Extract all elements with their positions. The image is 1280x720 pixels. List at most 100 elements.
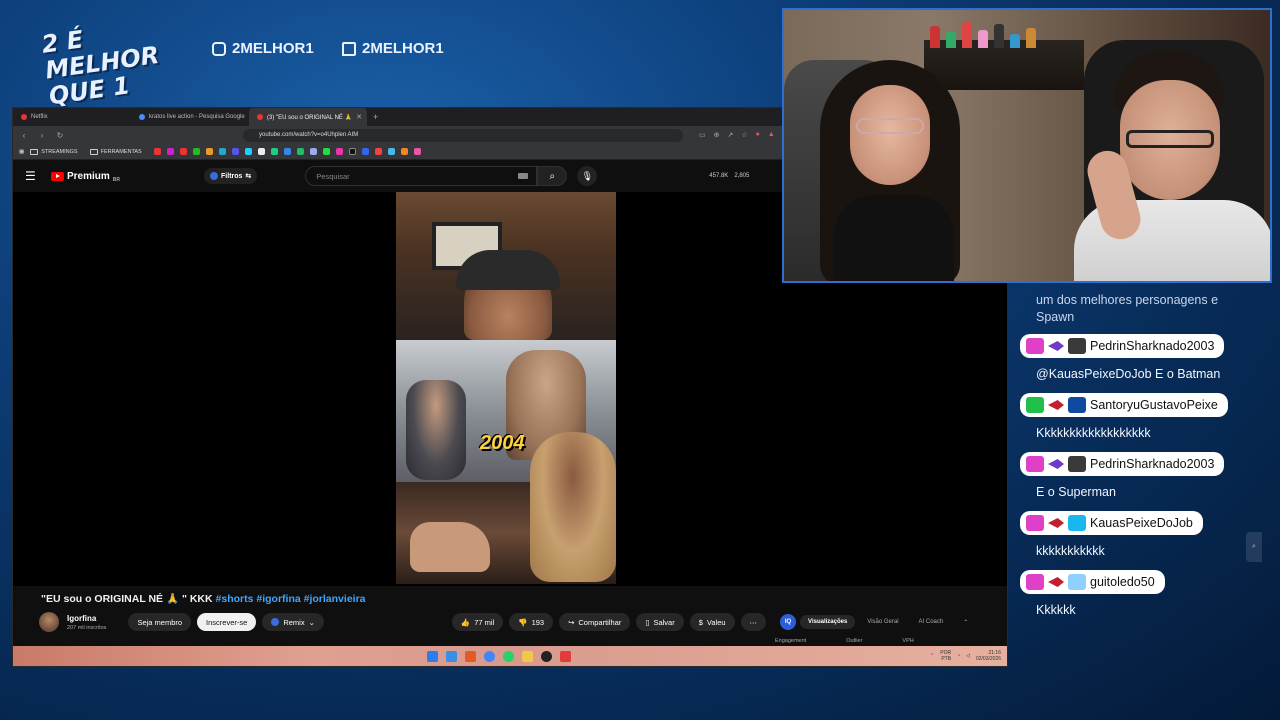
bookmark-icon[interactable] xyxy=(387,148,395,155)
twitch-handle: 2MELHOR1 xyxy=(342,40,444,57)
chat-username-pill[interactable]: PedrinSharknado2003 xyxy=(1020,334,1225,358)
bookmark-icon[interactable] xyxy=(270,148,278,155)
tab-ai-coach[interactable]: AI Coach xyxy=(911,615,952,629)
alert-icon[interactable]: ▲ xyxy=(768,131,775,139)
sliders-icon: ⇆ xyxy=(245,173,252,180)
shark-badge-icon xyxy=(1048,400,1064,410)
year-caption: 2004 xyxy=(480,432,525,454)
filter-extension-icon xyxy=(210,172,219,180)
video-hashtags[interactable]: #shorts #igorfina #jorlanvieira xyxy=(216,593,366,605)
super-thanks-icon: $ xyxy=(698,617,703,627)
filters-button[interactable]: Filtros ⇆ xyxy=(204,168,258,184)
forward-icon[interactable]: › xyxy=(37,131,47,140)
search-icon: ⌕ xyxy=(1252,543,1256,550)
whatsapp-icon[interactable] xyxy=(503,650,514,662)
clock[interactable]: 21:16 02/03/2026 xyxy=(976,650,1001,662)
bookmark-icon[interactable] xyxy=(244,148,252,155)
bookmark-icon[interactable] xyxy=(257,148,265,155)
notepad-icon[interactable] xyxy=(446,650,457,662)
app-icon[interactable] xyxy=(560,650,571,662)
zoom-icon[interactable]: ⊕ xyxy=(714,131,720,139)
voice-search-button[interactable]: 🎙 xyxy=(577,166,598,186)
share-button[interactable]: ↪ Compartilhar xyxy=(559,613,631,631)
bookmark-icon[interactable] xyxy=(361,148,369,155)
bookmark-icon[interactable] xyxy=(192,148,200,155)
cast-icon[interactable]: ▭ xyxy=(699,131,706,139)
tab-visualizacoes[interactable]: Visualizações xyxy=(800,615,856,629)
subscribe-button[interactable]: Inscrever-se xyxy=(197,613,257,631)
search-input[interactable]: Pesquisar xyxy=(305,166,538,186)
bookmark-icon[interactable] xyxy=(166,148,174,155)
chat-username-pill[interactable]: PedrinSharknado2003 xyxy=(1020,452,1225,476)
stat-count: 2,805 xyxy=(734,173,750,179)
tab-netflix[interactable]: Netflix xyxy=(13,108,131,126)
brave-icon[interactable] xyxy=(465,650,476,662)
reload-icon[interactable]: ↻ xyxy=(55,131,65,140)
bookmark-icon[interactable] xyxy=(179,148,187,155)
bookmark-folder-streamings[interactable]: STREAMINGS xyxy=(30,148,78,155)
bookmark-icon[interactable] xyxy=(413,148,421,155)
extension-icon[interactable]: ● xyxy=(756,131,760,139)
tab-youtube[interactable]: (3) "EU sou o ORIGINAL NÉ 🙏 ✕ xyxy=(249,108,367,126)
chat-username-pill[interactable]: guitoledo50 xyxy=(1020,570,1165,594)
date-label: 02/03/2026 xyxy=(975,656,1001,662)
bookmark-icon[interactable] xyxy=(218,148,226,155)
region-label: BR xyxy=(112,177,121,183)
volume-icon[interactable]: ◁ xyxy=(966,653,970,659)
dislike-button[interactable]: 👎 193 xyxy=(509,613,554,631)
url-input[interactable]: youtube.com/watch?v=o4Uhplen AIM xyxy=(243,128,683,142)
chevron-up-icon[interactable]: ⌃ xyxy=(955,615,976,630)
file-explorer-icon[interactable] xyxy=(522,650,533,662)
save-button[interactable]: ▯ Salvar xyxy=(636,613,684,631)
obs-icon[interactable] xyxy=(541,650,552,662)
bookmark-icon[interactable] xyxy=(231,148,239,155)
twitch-icon xyxy=(342,41,356,56)
bookmark-icon[interactable] xyxy=(322,148,330,155)
like-button[interactable]: 👍 77 mil xyxy=(451,613,504,631)
bookmark-star-icon[interactable]: ☆ xyxy=(741,131,747,139)
join-button[interactable]: Seja membro xyxy=(128,613,192,631)
channel-info[interactable]: Igorfina 207 mil inscritos xyxy=(67,614,106,631)
bookmark-icon[interactable] xyxy=(348,148,356,155)
keyboard-icon[interactable] xyxy=(518,173,529,179)
tab-visao-geral[interactable]: Visão Geral xyxy=(859,615,906,629)
apps-grid-icon[interactable]: ▦ xyxy=(19,149,24,155)
input-language[interactable]: POR PTB xyxy=(940,650,951,662)
chat-username-pill[interactable]: SantoryuGustavoPeixe xyxy=(1020,393,1228,417)
menu-icon[interactable]: ☰ xyxy=(25,169,39,183)
bookmark-icon[interactable] xyxy=(309,148,317,155)
channel-name[interactable]: Igorfina xyxy=(67,614,106,623)
bookmark-icon[interactable] xyxy=(153,148,161,155)
back-icon[interactable]: ‹ xyxy=(19,131,29,140)
new-tab-icon[interactable]: + xyxy=(367,112,378,122)
youtube-logo[interactable]: Premium BR xyxy=(51,169,120,183)
remix-label: Remix xyxy=(283,617,305,627)
more-actions-button[interactable]: ⋯ xyxy=(740,613,767,631)
glasses xyxy=(1126,130,1214,148)
close-tab-icon[interactable]: ✕ xyxy=(356,113,362,121)
remix-button[interactable]: Remix ⌄ xyxy=(262,613,324,631)
subscriber-badge-icon xyxy=(1026,338,1044,354)
subscriber-badge-icon xyxy=(1026,574,1044,590)
channel-avatar[interactable] xyxy=(39,612,59,632)
bookmark-icon[interactable] xyxy=(374,148,382,155)
chat-username-pill[interactable]: KauasPeixeDoJob xyxy=(1020,511,1203,535)
bookmark-icon[interactable] xyxy=(296,148,304,155)
short-video[interactable]: 2004 xyxy=(396,192,616,584)
iq-badge-icon[interactable]: IQ xyxy=(780,614,797,630)
chat-side-tab[interactable]: ⌕ xyxy=(1246,532,1262,562)
chrome-icon[interactable] xyxy=(484,650,495,662)
bookmark-icon[interactable] xyxy=(335,148,343,155)
windows-start-icon[interactable] xyxy=(427,650,438,662)
search-button[interactable]: ⌕ xyxy=(537,166,568,186)
bookmark-icon[interactable] xyxy=(283,148,291,155)
share-icon[interactable]: ↗ xyxy=(728,131,734,139)
bookmark-icon[interactable] xyxy=(205,148,213,155)
thanks-button[interactable]: $ Valeu xyxy=(689,613,735,631)
bookmark-label: STREAMINGS xyxy=(41,148,78,155)
bookmark-icon[interactable] xyxy=(400,148,408,155)
tray-chevron-icon[interactable]: ⌃ xyxy=(930,653,934,659)
network-icon[interactable]: ◔ xyxy=(957,653,960,659)
tab-google-search[interactable]: kratos live action - Pesquisa Google xyxy=(131,108,249,126)
bookmark-folder-ferramentas[interactable]: FERRAMENTAS xyxy=(89,148,142,155)
